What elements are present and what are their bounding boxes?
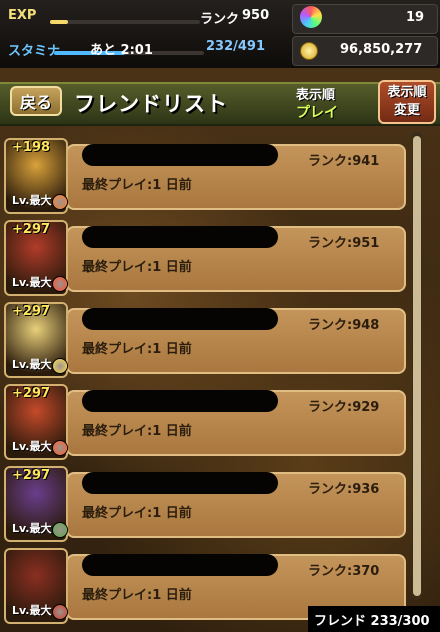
- back-button[interactable]: 戻る: [10, 86, 62, 116]
- monster-level: Lv.最大: [12, 440, 52, 453]
- attribute-orb-icon: [52, 522, 68, 538]
- change-sort-button[interactable]: 表示順 変更: [378, 80, 436, 124]
- exp-bar: [50, 20, 200, 24]
- stone-count: 19: [406, 10, 425, 25]
- friend-rank: ランク:951: [308, 236, 380, 251]
- monster-level: Lv.最大: [12, 276, 52, 289]
- last-play: 最終プレイ:1 日前: [82, 506, 192, 521]
- page-title: フレンドリスト: [74, 92, 228, 116]
- redacted-name: [82, 308, 278, 330]
- exp-label: EXP: [8, 8, 37, 23]
- attribute-orb-icon: [52, 276, 68, 292]
- redacted-name: [82, 472, 278, 494]
- friend-rank: ランク:370: [308, 564, 380, 579]
- friend-rank: ランク:941: [308, 154, 380, 169]
- redacted-name: [82, 226, 278, 248]
- last-play: 最終プレイ:1 日前: [82, 342, 192, 357]
- rank-label: ランク: [200, 12, 240, 27]
- magic-stone-icon: [300, 6, 322, 28]
- coin-count: 96,850,277: [340, 42, 423, 57]
- friend-row[interactable]: +297 Lv.最大 ランク:951 最終プレイ:1 日前: [4, 220, 406, 296]
- stamina-timer: あと 2:01: [90, 43, 153, 58]
- friend-rank: ランク:948: [308, 318, 380, 333]
- attribute-orb-icon: [52, 604, 68, 620]
- monster-level: Lv.最大: [12, 194, 52, 207]
- friend-row[interactable]: +297 Lv.最大 ランク:929 最終プレイ:1 日前: [4, 384, 406, 460]
- friend-rank: ランク:929: [308, 400, 380, 415]
- change-sort-button-label: 表示順 変更: [387, 85, 427, 118]
- last-play: 最終プレイ:1 日前: [82, 178, 192, 193]
- plus-value: +297: [12, 304, 51, 319]
- plus-value: +297: [12, 222, 51, 237]
- redacted-name: [82, 144, 278, 166]
- monster-level: Lv.最大: [12, 358, 52, 371]
- rank-value: 950: [242, 8, 270, 23]
- last-play: 最終プレイ:1 日前: [82, 424, 192, 439]
- plus-value: +297: [12, 468, 51, 483]
- plus-value: +297: [12, 386, 51, 401]
- friend-row[interactable]: +198 Lv.最大 ランク:941 最終プレイ:1 日前: [4, 138, 406, 214]
- attribute-orb-icon: [52, 358, 68, 374]
- monster-level: Lv.最大: [12, 604, 52, 617]
- friend-row[interactable]: +297 Lv.最大 ランク:948 最終プレイ:1 日前: [4, 302, 406, 378]
- sort-order-label: 表示順: [296, 88, 336, 103]
- redacted-name: [82, 390, 278, 412]
- monster-level: Lv.最大: [12, 522, 52, 535]
- friend-rank: ランク:936: [308, 482, 380, 497]
- last-play: 最終プレイ:1 日前: [82, 260, 192, 275]
- last-play: 最終プレイ:1 日前: [82, 588, 192, 603]
- attribute-orb-icon: [52, 440, 68, 456]
- friend-row[interactable]: +297 Lv.最大 ランク:936 最終プレイ:1 日前: [4, 466, 406, 542]
- stamina-value: 232/491: [206, 39, 266, 54]
- sort-order-value: プレイ: [296, 105, 338, 121]
- redacted-name: [82, 554, 278, 576]
- stamina-label: スタミナ: [8, 44, 61, 59]
- plus-value: +198: [12, 140, 51, 155]
- friend-count: フレンド 233/300: [314, 614, 430, 629]
- scrollbar-thumb[interactable]: [413, 136, 421, 596]
- coin-icon: [300, 42, 318, 60]
- attribute-orb-icon: [52, 194, 68, 210]
